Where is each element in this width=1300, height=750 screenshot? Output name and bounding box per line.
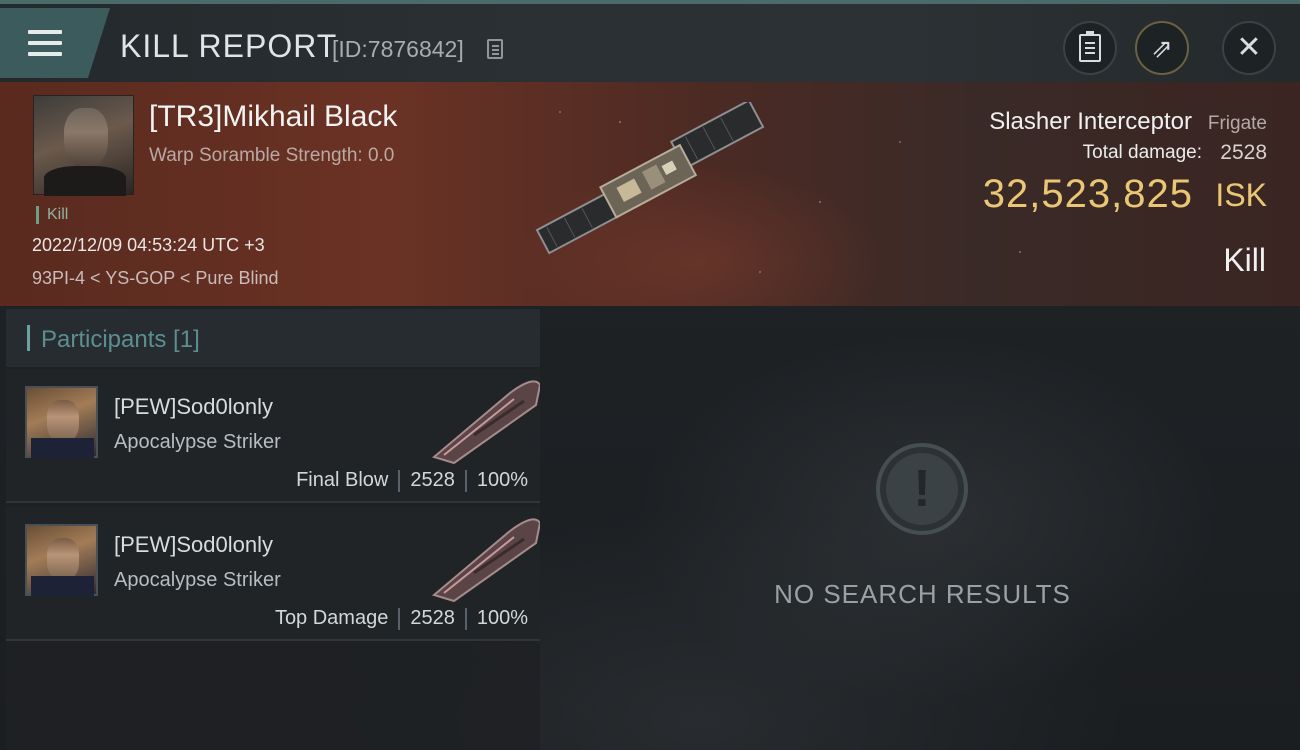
total-damage-label: Total damage: xyxy=(1082,142,1202,163)
copy-icon[interactable] xyxy=(487,39,503,59)
participant-ship-image xyxy=(431,380,540,465)
warp-scramble-strength: Warp Soramble Strength: 0.0 xyxy=(149,145,395,166)
empty-state-text: NO SEARCH RESULTS xyxy=(774,579,1071,609)
share-icon: ⇗ xyxy=(1151,33,1173,63)
avatar[interactable] xyxy=(25,524,98,596)
page-title: KILL REPORT xyxy=(120,28,338,64)
participants-label: Participants [1] xyxy=(41,326,200,353)
report-id: [ID:7876842] xyxy=(332,36,464,62)
victim-ship-name[interactable]: Slasher Interceptor xyxy=(989,108,1192,136)
participant-row[interactable]: [PEW]Sod0lonly Apocalypse Striker Top Da… xyxy=(6,507,540,641)
participants-panel: Participants [1] [PEW]Sod0lonly Apocalyp… xyxy=(6,309,540,750)
victim-portrait[interactable] xyxy=(33,95,134,196)
participants-header: Participants [1] xyxy=(6,309,540,367)
participant-damage: 2528 xyxy=(410,607,455,629)
participant-ship-image xyxy=(431,518,540,603)
victim-ship-image xyxy=(535,102,765,255)
kill-datetime: 2022/12/09 04:53:24 UTC +3 xyxy=(32,235,265,255)
participant-percent: 100% xyxy=(476,469,528,491)
participant-role: Final Blow xyxy=(296,469,389,491)
top-bar: KILL REPORT [ID:7876842] ⇗ ✕ xyxy=(0,0,1300,82)
exclamation-icon: ! xyxy=(876,443,968,535)
close-button[interactable]: ✕ xyxy=(1222,21,1276,75)
participant-ship: Apocalypse Striker xyxy=(114,569,281,591)
avatar[interactable] xyxy=(25,386,98,458)
notes-button[interactable] xyxy=(1063,21,1117,75)
kill-location: 93PI-4 < YS-GOP < Pure Blind xyxy=(32,268,279,288)
result-label: Kill xyxy=(1223,242,1266,278)
share-button[interactable]: ⇗ xyxy=(1135,21,1189,75)
kill-tag: Kill xyxy=(36,206,68,224)
victim-banner: [TR3]Mikhail Black Warp Soramble Strengt… xyxy=(0,82,1300,306)
participant-percent: 100% xyxy=(476,607,528,629)
participant-name[interactable]: [PEW]Sod0lonly xyxy=(114,532,273,558)
empty-state: ! NO SEARCH RESULTS xyxy=(545,309,1300,750)
participant-damage: 2528 xyxy=(410,469,455,491)
participant-stats: Final Blow 2528 100% xyxy=(296,469,528,492)
victim-name[interactable]: [TR3]Mikhail Black xyxy=(149,100,397,134)
participant-ship: Apocalypse Striker xyxy=(114,431,281,453)
participant-role: Top Damage xyxy=(274,607,389,629)
participant-row[interactable]: [PEW]Sod0lonly Apocalypse Striker Final … xyxy=(6,369,540,503)
close-icon: ✕ xyxy=(1236,31,1262,64)
victim-ship-class: Frigate xyxy=(1207,113,1267,134)
clipboard-icon xyxy=(1079,31,1101,62)
hamburger-icon xyxy=(28,30,62,56)
menu-button[interactable] xyxy=(0,8,110,78)
isk-value: 32,523,825 xyxy=(982,172,1193,216)
participant-name[interactable]: [PEW]Sod0lonly xyxy=(114,394,273,420)
isk-unit: ISK xyxy=(1215,177,1267,213)
participant-stats: Top Damage 2528 100% xyxy=(275,607,528,630)
total-damage-value: 2528 xyxy=(1220,141,1267,164)
